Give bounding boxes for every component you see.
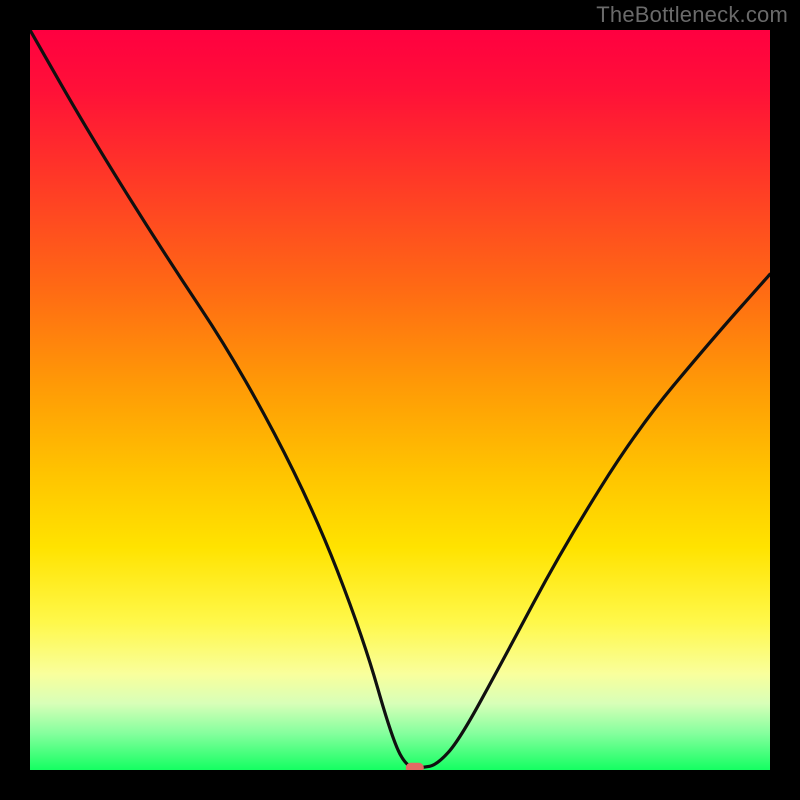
bottleneck-curve (30, 30, 770, 768)
plot-area (30, 30, 770, 770)
chart-frame: TheBottleneck.com (0, 0, 800, 800)
plot-svg (30, 30, 770, 770)
watermark-text: TheBottleneck.com (596, 2, 788, 28)
optimum-marker (406, 763, 424, 770)
